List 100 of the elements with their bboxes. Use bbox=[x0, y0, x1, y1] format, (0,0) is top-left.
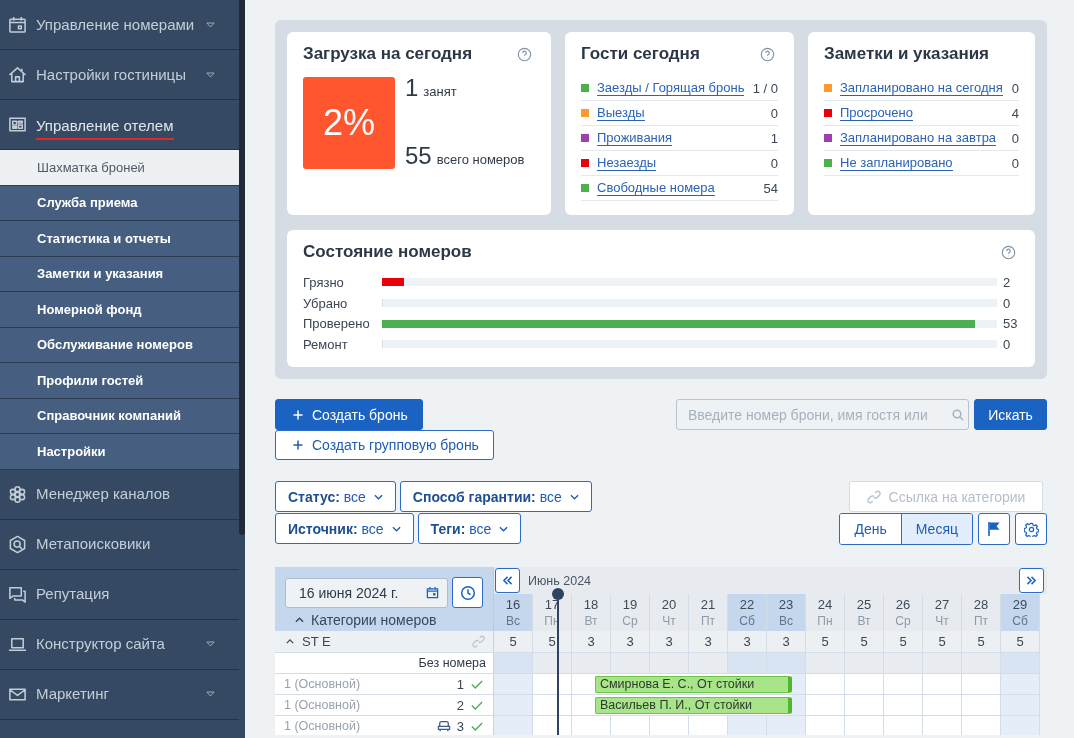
calendar-cell[interactable] bbox=[806, 674, 845, 695]
card-title: Загрузка на сегодня bbox=[303, 44, 473, 64]
calendar-cell[interactable] bbox=[792, 695, 806, 716]
calendar-cell[interactable] bbox=[962, 716, 1001, 735]
calendar-cell[interactable] bbox=[533, 674, 572, 695]
cluster-icon bbox=[8, 484, 27, 504]
dashboard-icon bbox=[8, 115, 27, 134]
calendar-cell[interactable] bbox=[884, 695, 923, 716]
calendar-cell[interactable] bbox=[845, 674, 884, 695]
submenu-item[interactable]: Профили гостей bbox=[0, 363, 239, 399]
next-button[interactable] bbox=[1019, 568, 1044, 593]
calendar-cell[interactable] bbox=[689, 716, 728, 735]
calendar-cell[interactable] bbox=[1001, 674, 1040, 695]
calendar-cell[interactable] bbox=[533, 716, 572, 735]
booking-bar[interactable]: Смирнова Е. С., От стойки bbox=[595, 674, 792, 695]
submenu-item[interactable]: Статистика и отчеты bbox=[0, 221, 239, 257]
availability-cell: 5 bbox=[845, 631, 884, 653]
availability-cell: 5 bbox=[533, 631, 572, 653]
calendar-cell[interactable] bbox=[572, 674, 595, 695]
status-label: Грязно bbox=[303, 274, 345, 290]
calendar-cell[interactable] bbox=[650, 716, 689, 735]
stat-link[interactable]: Свободные номера bbox=[597, 180, 715, 196]
booking-bar[interactable]: Васильев П. И., От стойки bbox=[595, 695, 792, 716]
calendar-cell[interactable] bbox=[728, 716, 767, 735]
status-count: 0 bbox=[1003, 295, 1012, 311]
calendar-cell[interactable] bbox=[494, 716, 533, 735]
help-icon[interactable] bbox=[1001, 244, 1016, 260]
calendar-cell[interactable] bbox=[806, 716, 845, 735]
previous-button[interactable] bbox=[495, 568, 520, 593]
filter-dropdown[interactable]: Статус: все bbox=[275, 481, 396, 512]
view-mode-tab[interactable]: День bbox=[840, 514, 901, 544]
stat-link[interactable]: Запланировано на сегодня bbox=[840, 80, 1003, 96]
calendar-cell[interactable] bbox=[1001, 716, 1040, 735]
nav-item[interactable]: Репутация bbox=[0, 569, 239, 620]
calendar-cell[interactable] bbox=[923, 716, 962, 735]
submenu-item[interactable]: Заметки и указания bbox=[0, 256, 239, 292]
calendar-cell[interactable] bbox=[494, 674, 533, 695]
chevron-icon[interactable] bbox=[295, 617, 304, 623]
flag-button[interactable] bbox=[978, 513, 1010, 545]
submenu-item[interactable]: Справочник компаний bbox=[0, 398, 239, 434]
month-label: Июнь 2024 bbox=[528, 573, 592, 588]
double-chevron-right-icon bbox=[1026, 576, 1037, 585]
calendar-cell[interactable] bbox=[962, 695, 1001, 716]
calendar-cell[interactable] bbox=[845, 716, 884, 735]
clock-button[interactable] bbox=[452, 577, 483, 608]
submenu-item[interactable]: Служба приема bbox=[0, 185, 239, 221]
category-name: ST E bbox=[302, 634, 331, 649]
create-booking-button[interactable]: Создать бронь bbox=[275, 399, 423, 430]
calendar-cell[interactable] bbox=[806, 695, 845, 716]
calendar-cell[interactable] bbox=[494, 695, 533, 716]
plus-icon bbox=[293, 409, 303, 420]
filter-dropdown[interactable]: Теги: все bbox=[417, 513, 522, 544]
link-icon bbox=[866, 489, 881, 504]
calendar-cell[interactable] bbox=[611, 716, 650, 735]
calendar-cell[interactable] bbox=[884, 716, 923, 735]
nav-item[interactable]: Метапоисковики bbox=[0, 519, 239, 570]
day-number: 19 bbox=[622, 597, 638, 612]
date-field[interactable]: 16 июня 2024 г. bbox=[285, 577, 448, 608]
calendar-cell[interactable] bbox=[572, 695, 595, 716]
filter-dropdown[interactable]: Источник: все bbox=[275, 513, 414, 544]
search-button[interactable]: Искать bbox=[974, 399, 1047, 430]
calendar-cell[interactable] bbox=[572, 716, 611, 735]
calendar-cell[interactable] bbox=[792, 674, 806, 695]
stat-value: 1 bbox=[769, 130, 778, 146]
help-icon[interactable] bbox=[517, 46, 532, 62]
chevron-icon[interactable] bbox=[286, 639, 294, 644]
stat-link[interactable]: Незаезды bbox=[597, 155, 657, 171]
stat-link[interactable]: Проживания bbox=[597, 130, 673, 146]
stat-link[interactable]: Запланировано на завтра bbox=[840, 130, 997, 146]
calendar-cell[interactable] bbox=[1001, 695, 1040, 716]
filter-dropdown[interactable]: Способ гарантии: все bbox=[399, 481, 592, 512]
status-count: 2 bbox=[1003, 274, 1012, 290]
stat-value: 4 bbox=[1010, 105, 1019, 121]
search-field[interactable]: Введите номер брони, имя гостя или bbox=[676, 399, 969, 430]
calendar-cell[interactable] bbox=[533, 695, 572, 716]
nav-item[interactable]: Конструктор сайта bbox=[0, 619, 239, 670]
submenu-item[interactable]: Номерной фонд bbox=[0, 292, 239, 328]
calendar-cell[interactable] bbox=[845, 695, 884, 716]
calendar-cell[interactable] bbox=[923, 674, 962, 695]
nav-item[interactable]: Маркетинг bbox=[0, 669, 239, 720]
calendar-cell[interactable] bbox=[962, 674, 1001, 695]
settings-icon bbox=[1023, 521, 1039, 537]
link-icon[interactable] bbox=[472, 635, 485, 648]
calendar-cell[interactable] bbox=[923, 695, 962, 716]
submenu-item[interactable]: Настройки bbox=[0, 434, 239, 470]
stat-link[interactable]: Заезды / Горящая бронь bbox=[597, 80, 745, 96]
plus-icon bbox=[293, 440, 303, 450]
stat-link[interactable]: Не запланировано bbox=[840, 155, 953, 171]
submenu-item[interactable]: Шахматка броней bbox=[0, 150, 239, 186]
create-group-booking-button[interactable]: Создать групповую бронь bbox=[275, 430, 494, 460]
calendar-cell[interactable] bbox=[767, 716, 806, 735]
view-mode-tab[interactable]: Месяц bbox=[900, 514, 972, 544]
room-category: 1 (Основной) bbox=[284, 698, 361, 712]
calendar-cell[interactable] bbox=[884, 674, 923, 695]
settings-button[interactable] bbox=[1015, 513, 1047, 545]
submenu-item[interactable]: Обслуживание номеров bbox=[0, 327, 239, 363]
help-icon[interactable] bbox=[760, 46, 775, 62]
sidebar-scrollbar[interactable] bbox=[239, 0, 245, 535]
stat-link[interactable]: Просрочено bbox=[840, 105, 913, 121]
stat-link[interactable]: Выезды bbox=[597, 105, 645, 121]
